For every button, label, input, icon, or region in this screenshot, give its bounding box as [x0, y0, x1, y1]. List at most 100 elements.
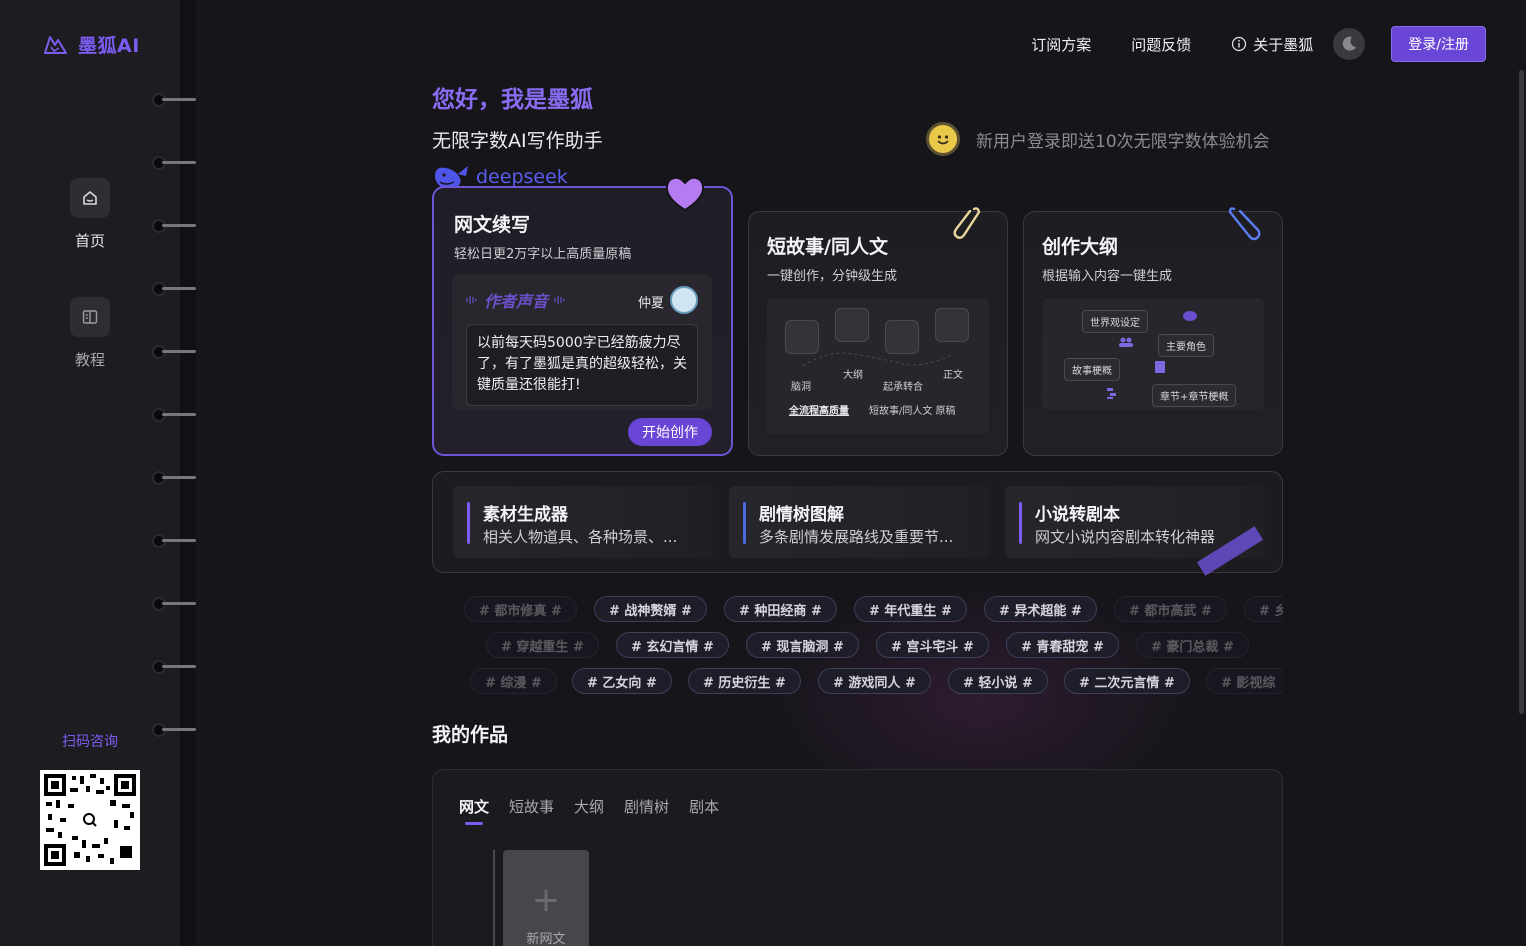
genre-tag[interactable]: # 影视综: [1206, 668, 1283, 694]
tab-plot-tree[interactable]: 剧情树: [624, 796, 669, 817]
info-icon: [1232, 36, 1247, 52]
diagram-pill: 故事梗概: [1064, 358, 1120, 381]
card-title: 网文续写: [454, 214, 531, 236]
scrollbar[interactable]: [1519, 70, 1524, 714]
top-nav: 订阅方案 问题反馈 关于墨狐 登录/注册: [1031, 26, 1486, 62]
genre-tag[interactable]: # 二次元言情 #: [1064, 668, 1190, 694]
short-story-card[interactable]: 短故事/同人文 一键创作，分钟级生成 大纲 正文 脑洞 起承转合 全流程高质量 …: [748, 211, 1008, 456]
about-link[interactable]: 关于墨狐: [1231, 34, 1313, 55]
genre-tag[interactable]: # 历史衍生 #: [688, 668, 801, 694]
avatar: [670, 286, 698, 314]
tool-title: 小说转剧本: [1035, 505, 1120, 525]
start-writing-button[interactable]: 开始创作: [628, 418, 712, 446]
binder-ring: [152, 597, 196, 611]
genre-tag[interactable]: # 种田经商 #: [724, 596, 837, 622]
book-small-icon: [1155, 361, 1165, 373]
genre-tag[interactable]: # 乡: [1244, 596, 1283, 622]
people-icon: [1119, 337, 1133, 347]
sound-wave-icon: [554, 296, 565, 304]
theme-toggle[interactable]: [1333, 28, 1366, 60]
new-webnovel-label: 新网文: [526, 932, 566, 946]
genre-tag[interactable]: # 穿越重生 #: [486, 632, 599, 658]
fox-logo-icon: [44, 35, 67, 54]
voice-title: 作者声音: [466, 288, 566, 312]
binder-ring: [152, 723, 196, 737]
tool-title: 素材生成器: [483, 505, 568, 525]
text-box-icon: [935, 308, 969, 342]
binder-ring: [152, 156, 196, 170]
heart-icon: [665, 176, 705, 212]
author-voice-panel: 作者声音 仲夏 以前每天码5000字已经筋疲力尽了，有了墨狐是真的超级轻松，关键…: [452, 274, 712, 410]
tag-row: # 综漫 # # 乙女向 # # 历史衍生 # # 游戏同人 # # 轻小说 #…: [432, 668, 1283, 694]
plus-icon: +: [531, 880, 561, 920]
tool-card-material[interactable]: 素材生成器 相关人物道具、各种场景、...: [453, 486, 713, 558]
smiley-icon: [926, 122, 960, 156]
about-label: 关于墨狐: [1253, 35, 1314, 54]
greeting-title: 您好，我是墨狐: [432, 87, 593, 113]
login-button[interactable]: 登录/注册: [1391, 26, 1486, 62]
tools-panel: 素材生成器 相关人物道具、各种场景、... 剧情树图解 多条剧情发展路线及重要节…: [432, 471, 1283, 573]
tab-webnovel[interactable]: 网文: [459, 796, 489, 825]
card-desc: 轻松日更2万字以上高质量原稿: [454, 247, 632, 262]
genre-tag[interactable]: # 宫斗宅斗 #: [876, 632, 989, 658]
book-icon: [70, 297, 110, 337]
genre-tag[interactable]: # 玄幻言情 #: [616, 632, 729, 658]
promo-text: 新用户登录即送10次无限字数体验机会: [976, 131, 1270, 152]
author-name: 仲夏: [637, 296, 664, 311]
card-desc: 一键创作，分钟级生成: [767, 269, 898, 284]
tag-row: # 穿越重生 # # 玄幻言情 # # 现言脑洞 # # 宫斗宅斗 # # 青春…: [432, 632, 1283, 658]
workflow-diagram: 大纲 正文 脑洞 起承转合 全流程高质量 短故事/同人文 原稿: [767, 298, 989, 434]
card-title: 短故事/同人文: [767, 236, 888, 258]
binder-ring: [152, 282, 196, 296]
testimonial-quote: 以前每天码5000字已经筋疲力尽了，有了墨狐是真的超级轻松，关键质量还很能打!: [466, 324, 698, 406]
genre-tag[interactable]: # 年代重生 #: [854, 596, 967, 622]
sidebar-item-home[interactable]: 首页: [60, 178, 120, 251]
genre-tag[interactable]: # 游戏同人 #: [818, 668, 931, 694]
outline-diagram: 世界观设定 主要角色 故事梗概 章节+章节梗概: [1042, 298, 1264, 410]
tab-script[interactable]: 剧本: [689, 796, 719, 817]
works-panel: 网文 短故事 大纲 剧情树 剧本 + 新网文: [432, 769, 1283, 946]
genre-tag[interactable]: # 青春甜宠 #: [1006, 632, 1119, 658]
diagram-caption: 短故事/同人文 原稿: [869, 406, 956, 417]
voice-title-label: 作者声音: [484, 292, 549, 311]
tab-outline[interactable]: 大纲: [574, 796, 604, 817]
sidebar-item-label: 教程: [74, 351, 105, 369]
binder-ring: [152, 345, 196, 359]
genre-tag[interactable]: # 轻小说 #: [948, 668, 1048, 694]
qr-label: 扫码咨询: [62, 734, 118, 750]
genre-tag[interactable]: # 综漫 #: [470, 668, 557, 694]
diagram-pill: 世界观设定: [1082, 310, 1148, 333]
tool-card-plot-tree[interactable]: 剧情树图解 多条剧情发展路线及重要节...: [729, 486, 989, 558]
diagram-caption-bold: 全流程高质量: [789, 406, 849, 417]
genre-tag[interactable]: # 现言脑洞 #: [746, 632, 859, 658]
binder-ring: [152, 471, 196, 485]
sidebar-item-tutorial[interactable]: 教程: [60, 297, 120, 370]
binder-ring: [152, 660, 196, 674]
outline-card[interactable]: 创作大纲 根据输入内容一键生成 世界观设定 主要角色 故事梗概 章节+章节梗概: [1023, 211, 1283, 456]
logo[interactable]: 墨狐AI: [42, 31, 140, 58]
new-webnovel-button[interactable]: + 新网文: [493, 850, 589, 946]
works-tabs: 网文 短故事 大纲 剧情树 剧本: [459, 796, 719, 825]
tool-desc: 相关人物道具、各种场景、...: [483, 528, 678, 546]
genre-tag[interactable]: # 都市高武 #: [1114, 596, 1227, 622]
feedback-link[interactable]: 问题反馈: [1131, 34, 1191, 55]
genre-tag[interactable]: # 都市修真 #: [464, 596, 577, 622]
moon-icon: [1343, 36, 1357, 51]
tab-short-story[interactable]: 短故事: [509, 796, 554, 817]
diagram-label: 正文: [943, 370, 963, 381]
tool-desc: 网文小说内容剧本转化神器: [1035, 528, 1216, 546]
paperclip-icon: [953, 207, 981, 239]
diagram-label: 起承转合: [883, 382, 923, 393]
outline-box-icon: [835, 308, 869, 342]
genre-tag[interactable]: # 豪门总裁 #: [1136, 632, 1249, 658]
genre-tag[interactable]: # 异术超能 #: [984, 596, 1097, 622]
genre-tag[interactable]: # 乙女向 #: [572, 668, 672, 694]
sound-wave-icon: [466, 296, 477, 304]
binder-ring: [152, 408, 196, 422]
qr-code[interactable]: [40, 770, 140, 870]
promo-banner: 新用户登录即送10次无限字数体验机会: [926, 122, 1270, 156]
genre-tag[interactable]: # 战神赘婿 #: [594, 596, 707, 622]
binder-ring: [152, 534, 196, 548]
subscribe-link[interactable]: 订阅方案: [1031, 34, 1091, 55]
app-name: 墨狐AI: [78, 35, 140, 57]
